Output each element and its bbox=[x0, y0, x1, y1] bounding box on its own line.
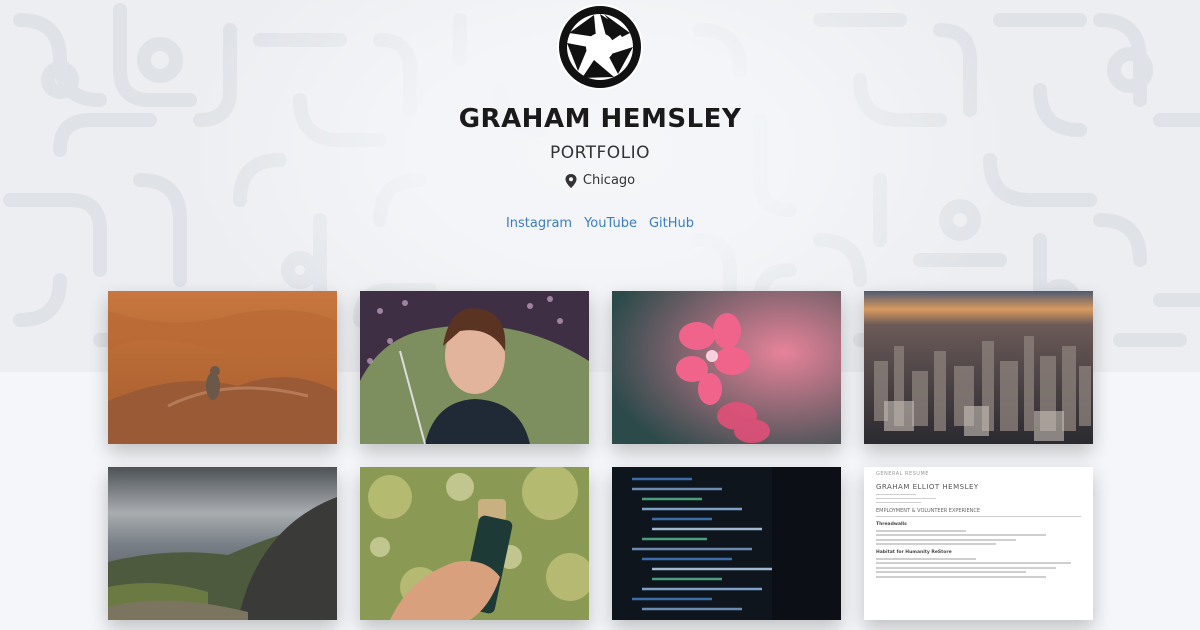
resume-name: GRAHAM ELLIOT HEMSLEY bbox=[876, 483, 979, 491]
youtube-link[interactable]: YouTube bbox=[584, 216, 637, 231]
resume-org-2: Habitat for Humanity ReStore bbox=[876, 550, 952, 555]
resume-heading: GENERAL RESUME bbox=[876, 471, 929, 477]
city-skyline-photo bbox=[864, 291, 1093, 444]
page-title: GRAHAM HEMSLEY bbox=[458, 104, 742, 134]
map-pin-icon bbox=[565, 173, 577, 188]
umbrella-portrait-photo bbox=[360, 291, 589, 444]
location: Chicago bbox=[0, 173, 1200, 188]
code-screen-photo bbox=[612, 467, 841, 620]
gallery-item-city[interactable] bbox=[864, 291, 1093, 444]
resume-section-title: EMPLOYMENT & VOLUNTEER EXPERIENCE bbox=[876, 508, 1081, 517]
page-subtitle: PORTFOLIO bbox=[549, 143, 651, 163]
github-link[interactable]: GitHub bbox=[649, 216, 694, 231]
social-links: Instagram YouTube GitHub bbox=[0, 216, 1200, 231]
camera-aperture-icon bbox=[557, 4, 643, 90]
gallery-item-resume[interactable]: GENERAL RESUME GRAHAM ELLIOT HEMSLEY EMP… bbox=[864, 467, 1093, 620]
microphone-photo bbox=[360, 467, 589, 620]
meerkat-photo bbox=[108, 291, 337, 444]
pink-flower-photo bbox=[612, 291, 841, 444]
gallery-item-code[interactable] bbox=[612, 467, 841, 620]
coastline-photo bbox=[108, 467, 337, 620]
gallery-item-coast[interactable] bbox=[108, 467, 337, 620]
instagram-link[interactable]: Instagram bbox=[506, 216, 572, 231]
gallery-item-flower[interactable] bbox=[612, 291, 841, 444]
gallery-item-microphone[interactable] bbox=[360, 467, 589, 620]
resume-org-1: Threadwalls bbox=[876, 522, 907, 527]
gallery-item-meerkat[interactable] bbox=[108, 291, 337, 444]
location-label: Chicago bbox=[582, 173, 636, 188]
gallery-item-portrait[interactable] bbox=[360, 291, 589, 444]
resume-contact-block bbox=[876, 493, 1081, 503]
